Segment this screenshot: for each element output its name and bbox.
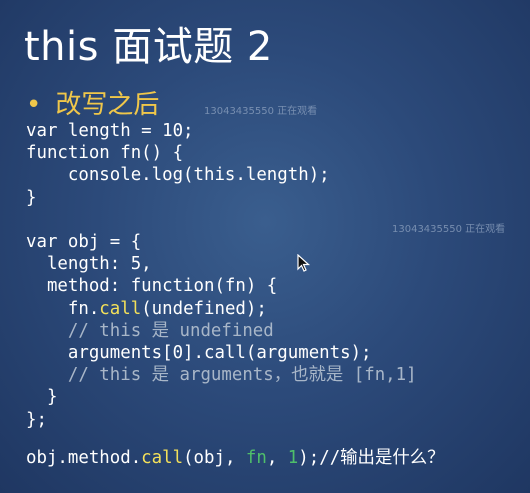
code-token: );//输出是什么？	[298, 448, 445, 468]
code-token: (undefined);	[141, 298, 267, 319]
code-comment: // this 是 arguments，也就是 [fn,1]	[26, 365, 417, 386]
code-line: method: function(fn) {	[26, 276, 278, 297]
code-block: var length = 10; function fn() { console…	[26, 120, 417, 431]
code-line: arguments[0].call(arguments);	[26, 343, 372, 364]
code-line: length: 5,	[26, 254, 152, 275]
call-keyword: call	[99, 298, 142, 319]
code-line: function fn() {	[26, 143, 184, 164]
slide-title: this 面试题 2	[24, 24, 273, 70]
code-line: var length = 10;	[26, 121, 194, 141]
viewer-watermark: 13043435550 正在观看	[204, 106, 318, 117]
question-line: obj.method.call(obj, fn, 1);//输出是什么？	[26, 447, 445, 469]
code-line: }	[26, 387, 58, 408]
code-line: }	[26, 187, 37, 208]
code-token: ,	[266, 448, 288, 468]
code-line: console.log(this.length);	[26, 165, 330, 186]
code-comment: // this 是 undefined	[26, 320, 274, 341]
code-token: obj.method.	[26, 448, 142, 468]
number-argument: 1	[287, 448, 299, 468]
code-token: (obj,	[183, 448, 246, 468]
code-line: fn.call(undefined);	[26, 299, 267, 319]
fn-argument: fn	[245, 448, 267, 468]
bullet-text: 改写之后	[55, 90, 160, 120]
bullet-dot-icon: •	[26, 90, 42, 120]
mouse-cursor-icon	[297, 254, 311, 272]
call-keyword: call	[141, 448, 184, 468]
code-token: fn.	[26, 298, 100, 319]
code-line: var obj = {	[26, 232, 142, 253]
bullet-point: • 改写之后	[26, 84, 159, 121]
code-line: };	[26, 409, 47, 430]
